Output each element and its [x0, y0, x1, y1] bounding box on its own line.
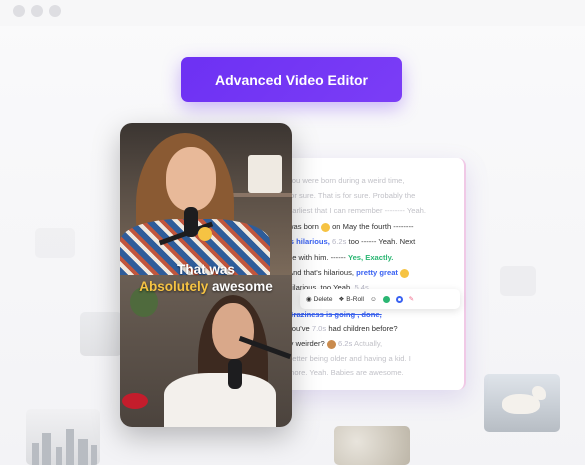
transcript-line: you were born during a weird time, — [288, 176, 405, 185]
transcript-line: for sure. That is for sure. Probably the — [288, 191, 416, 200]
eye-icon: ◉ — [306, 296, 312, 303]
text-edit-toolbar: ◉ Delete ❖ B-Roll ☺ ✎ — [300, 289, 460, 309]
emoji-icon — [326, 339, 336, 349]
background-thumbnail — [80, 312, 122, 356]
transcript-line: earliest that I can remember -------- Ye… — [288, 206, 426, 215]
marble-thumbnail — [334, 426, 410, 465]
emoji-icon — [400, 268, 410, 278]
window-minimize-dot[interactable] — [31, 5, 43, 17]
smiley-icon: ☺ — [370, 295, 377, 303]
fox-thumbnail — [484, 374, 560, 432]
transcript-line[interactable]: be with him. ------ Yes, Exactly. — [288, 253, 393, 262]
transcript-line[interactable]: Craziness is going , done, — [288, 310, 382, 319]
delete-button[interactable]: ◉ Delete — [306, 295, 332, 304]
blue-color-swatch[interactable] — [395, 295, 403, 303]
transcript-line[interactable]: 's hilarious, 6.2s too ------ Yeah. Next — [288, 237, 415, 246]
transcript-line[interactable]: was born on May the fourth -------- — [288, 222, 414, 232]
video-frame-top — [120, 123, 292, 275]
background-thumbnail — [500, 266, 536, 296]
lips-sticker-icon — [122, 393, 148, 409]
transcript-line[interactable]: And that's hilarious, pretty great — [288, 268, 410, 278]
video-caption: That was Absolutely awesome — [139, 262, 273, 294]
video-frame-bottom — [120, 275, 292, 427]
transcript-panel: you were born during a weird time, for s… — [270, 158, 466, 390]
emoji-button[interactable]: ☺ — [370, 296, 377, 303]
transcript-line: better being older and having a kid. I — [288, 354, 411, 363]
app-window: Advanced Video Editor you were born duri… — [0, 0, 585, 465]
b-roll-button[interactable]: ❖ B-Roll — [338, 295, 364, 304]
pencil-icon[interactable]: ✎ — [409, 295, 414, 303]
window-maximize-dot[interactable] — [49, 5, 61, 17]
green-color-swatch[interactable] — [382, 295, 390, 303]
transcript-line: more. Yeah. Babies are awesome. — [288, 368, 404, 377]
transcript-line[interactable]: you've 7.0s had children before? — [288, 324, 398, 333]
emoji-icon — [320, 222, 330, 232]
city-thumbnail — [26, 409, 100, 465]
emoji-sticker-icon — [198, 227, 212, 241]
background-thumbnail — [35, 228, 75, 258]
window-close-dot[interactable] — [13, 5, 25, 17]
video-preview[interactable]: That was Absolutely awesome — [120, 123, 292, 427]
film-icon: ❖ — [338, 296, 345, 303]
advanced-video-editor-button[interactable]: Advanced Video Editor — [181, 57, 402, 102]
transcript-line[interactable]: ly weirder? 6.2s Actually, — [288, 339, 382, 349]
titlebar — [0, 0, 585, 26]
